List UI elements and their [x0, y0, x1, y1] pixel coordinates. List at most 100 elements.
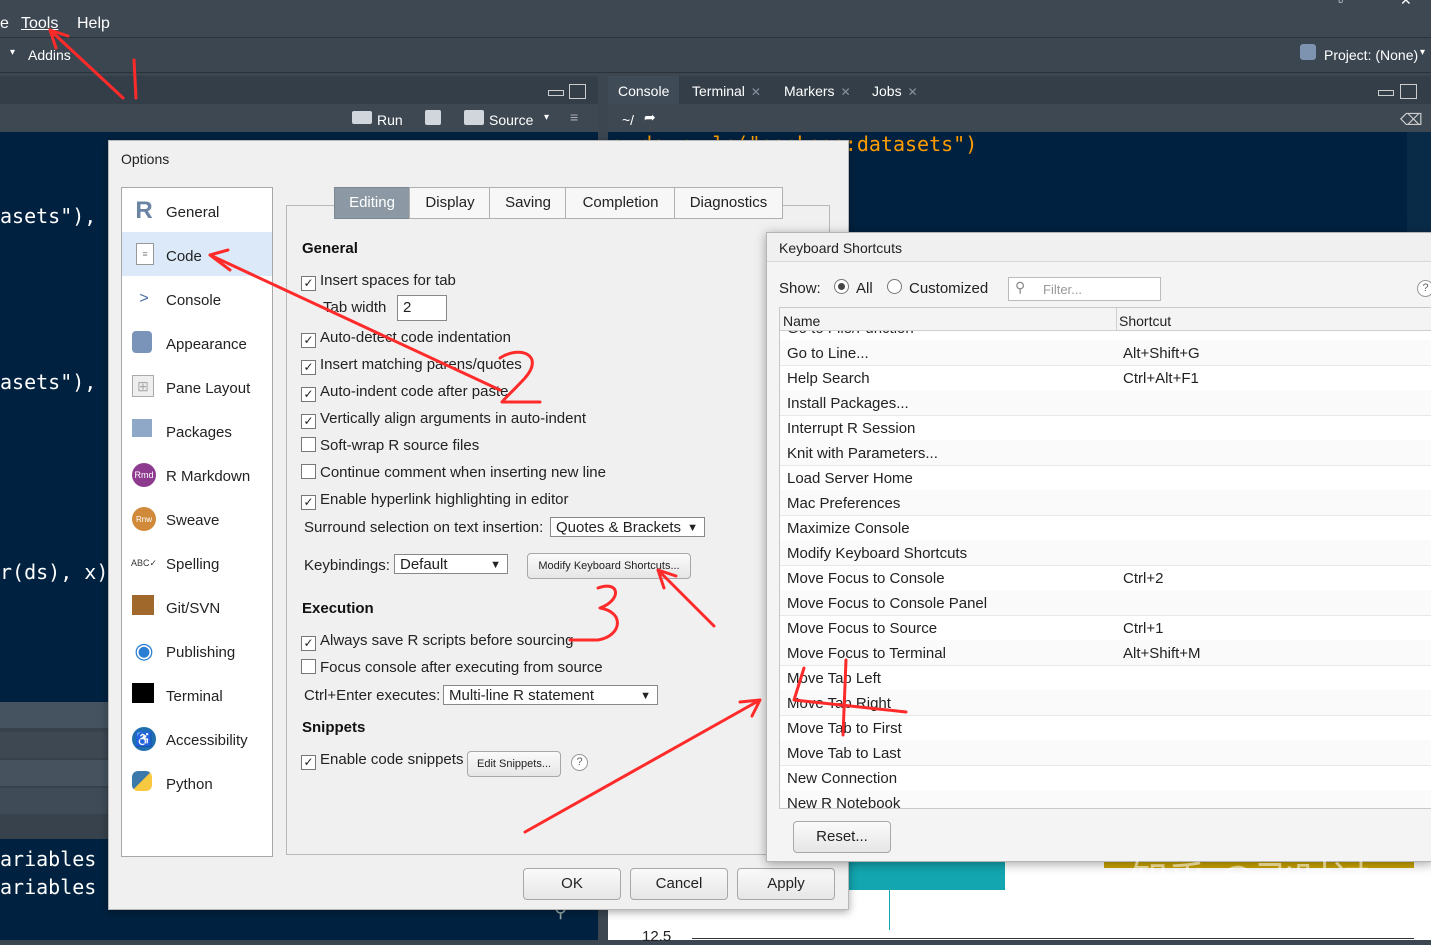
shortcut-keys[interactable]: Ctrl+Alt+F1 — [1123, 370, 1199, 387]
run-icon[interactable] — [352, 111, 372, 124]
table-row[interactable]: Go to Line... Alt+Shift+G — [780, 340, 1431, 366]
table-row[interactable]: Install Packages... — [780, 390, 1431, 416]
vertically-align-checkbox[interactable]: ✓ Vertically align arguments in auto-inde… — [301, 410, 586, 430]
edit-snippets-button[interactable]: Edit Snippets... — [467, 751, 561, 777]
table-row[interactable]: Move Tab to Last — [780, 740, 1431, 766]
column-name-header[interactable]: Name — [783, 313, 820, 329]
source-icon[interactable] — [464, 110, 484, 125]
filter-input[interactable]: ⚲ Filter... — [1008, 277, 1161, 301]
addins-button[interactable]: Addins — [28, 47, 71, 63]
table-row[interactable]: Move Focus to Source Ctrl+1 — [780, 615, 1431, 641]
clear-console-icon[interactable]: ⌫ — [1400, 110, 1423, 130]
table-row[interactable]: Load Server Home — [780, 465, 1431, 491]
category-console[interactable]: > Console — [122, 276, 272, 320]
table-row[interactable]: Move Focus to Terminal Alt+Shift+M — [780, 640, 1431, 666]
table-row[interactable]: Knit with Parameters... — [780, 440, 1431, 466]
close-tab-icon[interactable]: ✕ — [908, 85, 918, 99]
table-row[interactable]: Help Search Ctrl+Alt+F1 — [780, 365, 1431, 391]
tab-jobs[interactable]: Jobs ✕ — [862, 76, 928, 104]
surround-selection-select[interactable]: Quotes & Brackets ▼ — [550, 517, 705, 537]
tab-terminal[interactable]: Terminal ✕ — [682, 76, 771, 104]
tab-editing[interactable]: Editing — [334, 187, 410, 219]
help-icon[interactable]: ? — [571, 754, 588, 771]
show-all-radio[interactable] — [834, 279, 849, 294]
keybindings-select[interactable]: Default ▼ — [394, 554, 508, 574]
table-row[interactable]: Interrupt R Session — [780, 415, 1431, 441]
insert-matching-parens-checkbox[interactable]: ✓ Insert matching parens/quotes — [301, 356, 522, 376]
ok-button[interactable]: OK — [523, 868, 621, 900]
category-packages[interactable]: Packages — [122, 408, 272, 452]
category-publishing[interactable]: ◉ Publishing — [122, 628, 272, 672]
focus-console-checkbox[interactable]: Focus console after executing from sourc… — [301, 659, 603, 679]
tab-console[interactable]: Console — [608, 76, 680, 104]
rerun-icon[interactable] — [425, 110, 441, 125]
run-button[interactable]: Run — [377, 112, 403, 128]
modify-keyboard-shortcuts-button[interactable]: Modify Keyboard Shortcuts... — [527, 553, 691, 579]
table-row[interactable]: Mac Preferences — [780, 490, 1431, 516]
table-row[interactable]: Move Tab Right — [780, 690, 1431, 716]
apply-button[interactable]: Apply — [737, 868, 835, 900]
shortcut-keys[interactable]: Alt+Shift+M — [1123, 645, 1201, 662]
outline-icon[interactable]: ≡ — [570, 109, 578, 125]
insert-spaces-checkbox[interactable]: ✓ Insert spaces for tab — [301, 272, 456, 292]
enable-snippets-checkbox[interactable]: ✓ Enable code snippets — [301, 751, 463, 771]
reset-button[interactable]: Reset... — [793, 821, 891, 853]
help-icon[interactable]: ? — [1417, 280, 1431, 297]
close-tab-icon[interactable]: ✕ — [751, 85, 761, 99]
tab-saving[interactable]: Saving — [489, 187, 567, 219]
tab-diagnostics[interactable]: Diagnostics — [674, 187, 783, 219]
maximize-icon[interactable]: ▫ — [1338, 0, 1343, 8]
table-row[interactable]: Move Focus to Console Ctrl+2 — [780, 565, 1431, 591]
continue-comment-checkbox[interactable]: Continue comment when inserting new line — [301, 464, 606, 484]
maximize-pane-icon[interactable] — [569, 84, 586, 99]
table-row[interactable]: Move Tab Left — [780, 665, 1431, 691]
go-to-directory-icon[interactable]: ➦ — [644, 109, 656, 126]
table-row[interactable]: Modify Keyboard Shortcuts — [780, 540, 1431, 566]
category-r-markdown[interactable]: Rmd R Markdown — [122, 452, 272, 496]
auto-detect-indentation-checkbox[interactable]: ✓ Auto-detect code indentation — [301, 329, 511, 349]
source-button[interactable]: Source — [489, 112, 533, 128]
cancel-button[interactable]: Cancel — [630, 868, 728, 900]
tab-markers[interactable]: Markers ✕ — [774, 76, 861, 104]
shortcut-keys[interactable]: Alt+Shift+G — [1123, 345, 1200, 362]
always-save-checkbox[interactable]: ✓ Always save R scripts before sourcing — [301, 632, 573, 652]
auto-indent-paste-checkbox[interactable]: ✓ Auto-indent code after paste — [301, 383, 508, 403]
table-row[interactable]: New Connection — [780, 765, 1431, 791]
show-customized-radio[interactable] — [887, 279, 902, 294]
menu-file[interactable]: e — [0, 15, 9, 33]
hyperlink-highlighting-checkbox[interactable]: ✓ Enable hyperlink highlighting in editor — [301, 491, 569, 511]
category-spelling[interactable]: ABC✓ Spelling — [122, 540, 272, 584]
tab-completion[interactable]: Completion — [565, 187, 676, 219]
category-python[interactable]: Python — [122, 760, 272, 804]
close-window-icon[interactable]: ✕ — [1400, 0, 1412, 9]
table-row[interactable]: New R Notebook — [780, 790, 1431, 808]
soft-wrap-checkbox[interactable]: Soft-wrap R source files — [301, 437, 479, 457]
project-dropdown-icon[interactable]: ▾ — [1420, 47, 1425, 58]
category-git-svn[interactable]: Git/SVN — [122, 584, 272, 628]
close-tab-icon[interactable]: ✕ — [841, 85, 851, 99]
table-row[interactable]: Move Tab to First — [780, 715, 1431, 741]
category-appearance[interactable]: Appearance — [122, 320, 272, 364]
source-dropdown-icon[interactable]: ▾ — [544, 112, 549, 123]
maximize-pane-icon[interactable] — [1400, 84, 1417, 99]
column-shortcut-header[interactable]: Shortcut — [1119, 313, 1171, 329]
ctrl-enter-select[interactable]: Multi-line R statement ▼ — [443, 685, 658, 705]
category-general[interactable]: R General — [122, 188, 272, 232]
dropdown-arrow-icon[interactable]: ▾ — [10, 47, 15, 58]
category-pane-layout[interactable]: ⊞ Pane Layout — [122, 364, 272, 408]
table-row[interactable]: Maximize Console — [780, 515, 1431, 541]
tab-display[interactable]: Display — [409, 187, 491, 219]
menu-help[interactable]: Help — [77, 15, 110, 33]
category-terminal[interactable]: Terminal — [122, 672, 272, 716]
category-sweave[interactable]: Rnw Sweave — [122, 496, 272, 540]
menu-tools[interactable]: Tools — [21, 15, 58, 33]
category-accessibility[interactable]: ♿ Accessibility — [122, 716, 272, 760]
category-code[interactable]: ≡ Code — [122, 232, 272, 276]
shortcut-keys[interactable]: Ctrl+2 — [1123, 570, 1163, 587]
shortcut-keys[interactable]: Ctrl+1 — [1123, 620, 1163, 637]
table-row[interactable]: Move Focus to Console Panel — [780, 590, 1431, 616]
minimize-pane-icon[interactable] — [1378, 90, 1394, 96]
tab-width-input[interactable]: 2 — [397, 295, 447, 321]
minimize-pane-icon[interactable] — [548, 90, 564, 96]
project-menu[interactable]: Project: (None) — [1324, 47, 1418, 63]
